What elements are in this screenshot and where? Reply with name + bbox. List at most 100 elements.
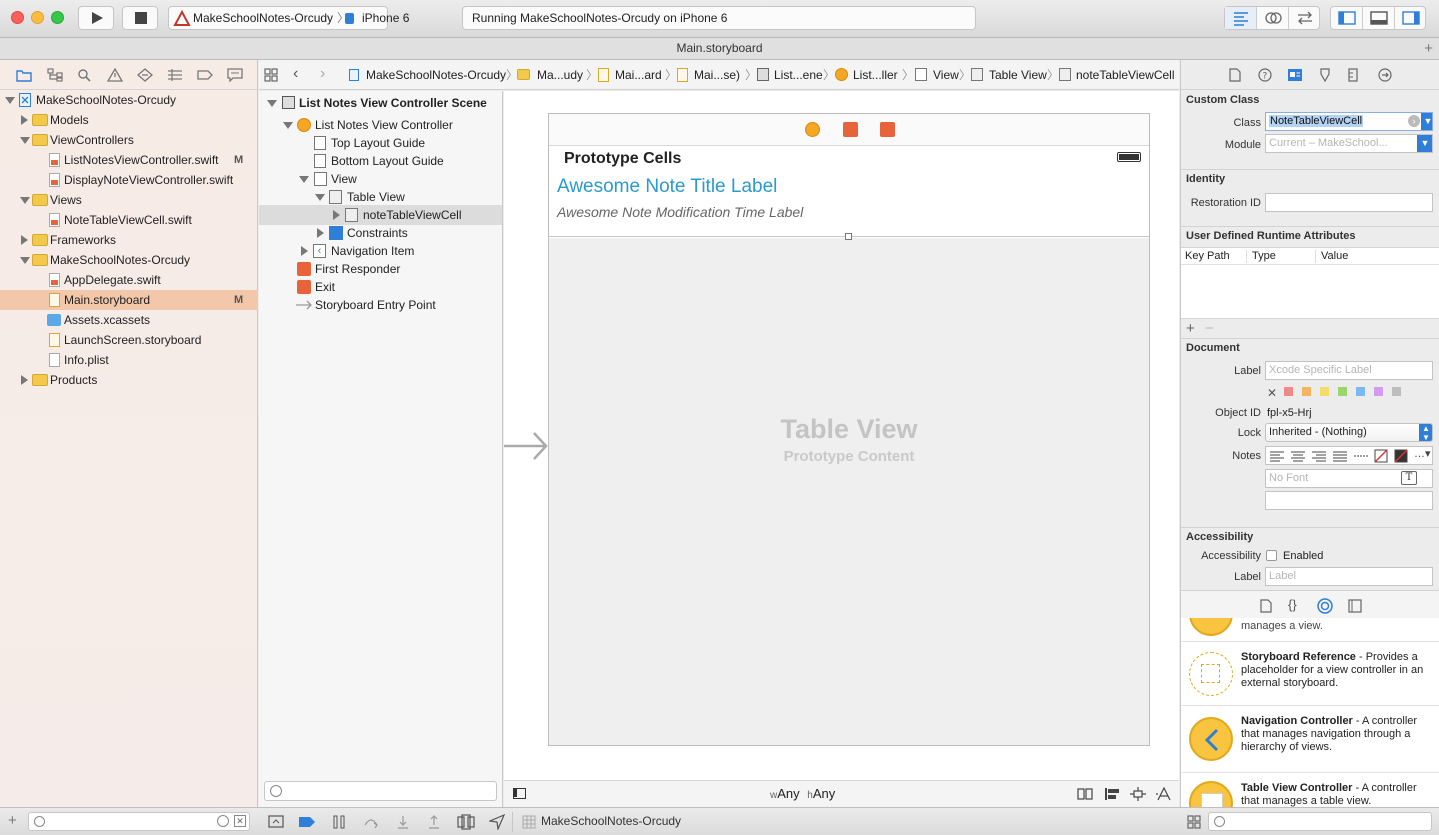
disclosure-closed-icon[interactable] bbox=[21, 235, 28, 245]
view-controller-frame[interactable]: Prototype Cells Awesome Note Title Label… bbox=[548, 113, 1150, 746]
navigator-filter-field[interactable]: ✕ bbox=[28, 812, 250, 831]
outline-row-table-view[interactable]: Table View bbox=[259, 187, 502, 207]
stack-icon[interactable] bbox=[1077, 787, 1093, 801]
breadcrumb-item[interactable]: Ma...udy bbox=[537, 60, 583, 90]
tree-row-project[interactable]: MakeSchoolNotes-Orcudy bbox=[0, 90, 258, 110]
go-to-class-icon[interactable]: › bbox=[1408, 115, 1420, 127]
tree-row-frameworks[interactable]: Frameworks bbox=[0, 230, 258, 250]
run-button[interactable] bbox=[78, 6, 114, 30]
pause-icon[interactable] bbox=[332, 815, 346, 829]
class-dropdown-chevron-icon[interactable]: ▼ bbox=[1421, 113, 1432, 130]
breadcrumb-item[interactable]: Table View bbox=[989, 60, 1047, 90]
library-item-table-view-controller[interactable]: Table View Controller - A controller tha… bbox=[1181, 774, 1439, 807]
align-right-icon[interactable] bbox=[1311, 450, 1327, 462]
label-color-yellow[interactable] bbox=[1320, 387, 1329, 396]
add-file-icon[interactable]: + bbox=[8, 812, 17, 829]
related-items-grid-icon[interactable] bbox=[264, 68, 278, 82]
outline-row-top-layout-guide[interactable]: Top Layout Guide bbox=[259, 133, 502, 153]
outline-row-note-cell[interactable]: noteTableViewCell bbox=[259, 205, 502, 225]
notes-text-area[interactable] bbox=[1265, 491, 1433, 510]
outline-row-constraints[interactable]: Constraints bbox=[259, 223, 502, 243]
report-bubble-icon[interactable] bbox=[227, 68, 243, 82]
minimize-window-button[interactable] bbox=[31, 11, 44, 24]
connections-inspector-icon[interactable] bbox=[1378, 68, 1392, 82]
code-snippet-icon[interactable]: {} bbox=[1288, 597, 1297, 612]
acc-label-field[interactable]: Label bbox=[1265, 567, 1433, 586]
tree-row-displaynote-swift[interactable]: DisplayNoteViewController.swift bbox=[0, 170, 258, 190]
outline-row-first-responder[interactable]: First Responder bbox=[259, 259, 502, 279]
pin-icon[interactable] bbox=[1130, 787, 1146, 801]
hide-debug-area-icon[interactable] bbox=[268, 815, 284, 829]
tree-row-main-storyboard[interactable]: Main.storyboard M bbox=[0, 290, 258, 310]
scm-filter-icon[interactable]: ✕ bbox=[234, 815, 246, 827]
label-color-green[interactable] bbox=[1338, 387, 1347, 396]
size-inspector-icon[interactable] bbox=[1348, 68, 1358, 82]
text-color-icon[interactable] bbox=[1394, 449, 1408, 463]
note-time-label[interactable]: Awesome Note Modification Time Label bbox=[557, 204, 803, 220]
test-diamond-icon[interactable] bbox=[137, 68, 153, 82]
file-inspector-icon[interactable] bbox=[1229, 68, 1241, 82]
align-justify-icon[interactable] bbox=[1332, 450, 1348, 462]
breadcrumb-item[interactable]: List...ene bbox=[774, 60, 823, 90]
hierarchy-icon[interactable] bbox=[47, 68, 63, 82]
disclosure-closed-icon[interactable] bbox=[21, 375, 28, 385]
standard-editor-button[interactable] bbox=[1225, 7, 1257, 29]
breadcrumb-item[interactable]: MakeSchoolNotes-Orcudy bbox=[366, 60, 506, 90]
breadcrumb-item[interactable]: noteTableViewCell bbox=[1076, 60, 1175, 90]
exit-icon[interactable] bbox=[880, 122, 895, 137]
disclosure-open-icon[interactable] bbox=[283, 122, 293, 129]
module-dropdown-chevron-icon[interactable]: ▼ bbox=[1417, 135, 1432, 152]
label-color-blue[interactable] bbox=[1356, 387, 1365, 396]
breadcrumb-item[interactable]: Mai...se) bbox=[694, 60, 740, 90]
outline-row-scene[interactable]: List Notes View Controller Scene bbox=[259, 93, 502, 113]
identity-inspector-icon[interactable] bbox=[1287, 68, 1303, 82]
toggle-navigator-button[interactable] bbox=[1331, 7, 1363, 29]
breadcrumb-item[interactable]: List...ller bbox=[853, 60, 898, 90]
disclosure-closed-icon[interactable] bbox=[301, 246, 308, 256]
debug-list-icon[interactable] bbox=[167, 68, 183, 82]
breadcrumb-item[interactable]: View bbox=[933, 60, 959, 90]
folder-icon[interactable] bbox=[16, 68, 32, 82]
tree-row-models[interactable]: Models bbox=[0, 110, 258, 130]
recent-files-clock-icon[interactable] bbox=[217, 815, 229, 827]
disclosure-open-icon[interactable] bbox=[5, 97, 15, 104]
entry-point-arrow-icon[interactable] bbox=[504, 429, 550, 463]
view-controller-icon[interactable] bbox=[805, 122, 820, 137]
disclosure-open-icon[interactable] bbox=[20, 257, 30, 264]
file-template-icon[interactable] bbox=[1260, 599, 1272, 613]
toggle-utilities-button[interactable] bbox=[1395, 7, 1427, 29]
forward-chevron-icon[interactable]: › bbox=[320, 65, 325, 83]
outline-row-exit[interactable]: Exit bbox=[259, 277, 502, 297]
class-combobox[interactable]: NoteTableViewCell › ▼ bbox=[1265, 112, 1433, 131]
step-out-icon[interactable] bbox=[426, 815, 442, 829]
warning-icon[interactable] bbox=[107, 68, 123, 82]
note-table-view-cell[interactable]: Awesome Note Title Label Awesome Note Mo… bbox=[549, 174, 1149, 240]
label-color-red[interactable] bbox=[1284, 387, 1293, 396]
toggle-outline-icon[interactable] bbox=[513, 788, 526, 799]
outline-row-navigation-item[interactable]: ‹ Navigation Item bbox=[259, 241, 502, 261]
no-fill-icon[interactable] bbox=[1374, 449, 1388, 463]
disclosure-open-icon[interactable] bbox=[299, 176, 309, 183]
no-color-icon[interactable]: ✕ bbox=[1267, 386, 1277, 400]
breakpoint-icon[interactable] bbox=[197, 68, 213, 82]
size-class-control[interactable]: wAny hAny bbox=[770, 786, 835, 801]
outline-row-bottom-layout-guide[interactable]: Bottom Layout Guide bbox=[259, 151, 502, 171]
tree-row-assets[interactable]: Assets.xcassets bbox=[0, 310, 258, 330]
media-library-icon[interactable] bbox=[1348, 599, 1362, 613]
font-field[interactable]: No Font T bbox=[1265, 469, 1433, 488]
simulate-location-icon[interactable] bbox=[489, 814, 505, 830]
tree-row-info-plist[interactable]: Info.plist bbox=[0, 350, 258, 370]
breakpoints-toggle-icon[interactable] bbox=[298, 816, 316, 828]
align-center-icon[interactable] bbox=[1290, 450, 1306, 462]
tree-row-viewcontrollers[interactable]: ViewControllers bbox=[0, 130, 258, 150]
assistant-editor-button[interactable] bbox=[1257, 7, 1289, 29]
debug-process-name[interactable]: MakeSchoolNotes-Orcudy bbox=[541, 814, 681, 828]
outline-row-view-controller[interactable]: List Notes View Controller bbox=[259, 115, 502, 135]
library-item-navigation-controller[interactable]: Navigation Controller - A controller tha… bbox=[1181, 707, 1439, 773]
close-window-button[interactable] bbox=[11, 11, 24, 24]
back-chevron-icon[interactable]: ‹ bbox=[293, 65, 298, 83]
stop-button[interactable] bbox=[122, 6, 158, 30]
module-combobox[interactable]: Current – MakeSchool... ▼ bbox=[1265, 134, 1433, 153]
step-into-icon[interactable] bbox=[395, 815, 411, 829]
align-left-icon[interactable] bbox=[1269, 450, 1285, 462]
